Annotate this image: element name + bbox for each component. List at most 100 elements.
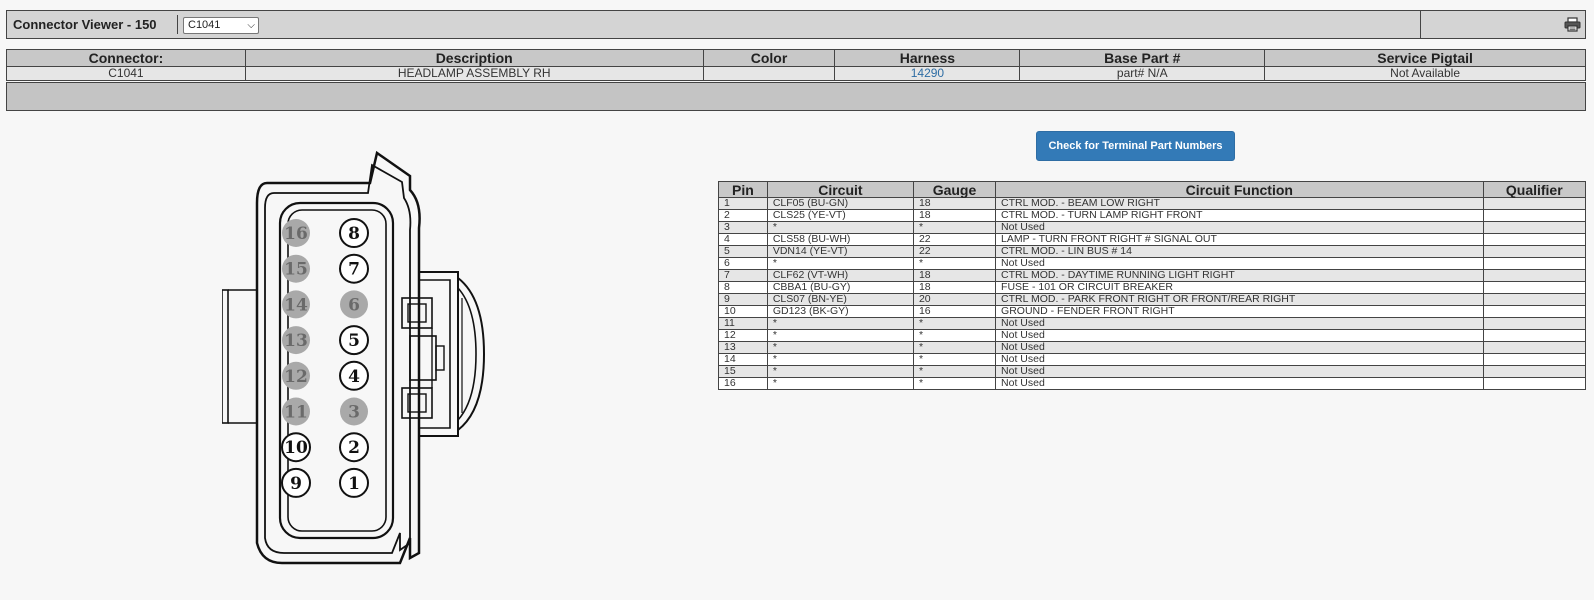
pin-cell-circuit: * xyxy=(766,377,914,390)
printer-icon[interactable] xyxy=(1564,17,1581,32)
pin-cell-pin: 5 xyxy=(718,245,768,258)
col-header-circuit-function: Circuit Function xyxy=(995,181,1484,198)
connector-value: C1041 xyxy=(6,66,246,81)
pin-cell-pin: 4 xyxy=(718,233,768,246)
pin-cell-function: CTRL MOD. - LIN BUS # 14 xyxy=(995,245,1484,258)
pin-cell-function: CTRL MOD. - TURN LAMP RIGHT FRONT xyxy=(995,209,1484,222)
table-row: 14 * * Not Used xyxy=(718,353,1587,366)
pin-cell-circuit: VDN14 (YE-VT) xyxy=(766,245,914,258)
pin-11-label: 11 xyxy=(284,403,308,423)
pin-13-label: 13 xyxy=(284,331,308,351)
connector-select[interactable]: C1041 ⌵ xyxy=(183,17,259,34)
harness-link[interactable]: 14290 xyxy=(911,66,944,80)
pin-9-label: 9 xyxy=(290,474,302,494)
pin-3-label: 3 xyxy=(348,403,360,423)
pin-cell-qualifier xyxy=(1482,377,1587,390)
pin-cell-function: Not Used xyxy=(995,221,1484,234)
table-row: 1 CLF05 (BU-GN) 18 CTRL MOD. - BEAM LOW RIG… xyxy=(718,197,1587,210)
pin-4-label: 4 xyxy=(348,367,360,387)
col-header-circuit: Circuit xyxy=(766,181,914,198)
info-spacer-band xyxy=(6,82,1586,111)
pin-cell-pin: 1 xyxy=(718,197,768,210)
page-title: Connector Viewer - 150 xyxy=(13,17,157,32)
pin-cell-circuit: CLS07 (BN-YE) xyxy=(766,293,914,306)
pin-cell-gauge: 18 xyxy=(912,269,997,282)
connector-face-diagram: 16 15 14 13 12 11 10 9 8 7 6 5 4 3 2 1 xyxy=(222,150,486,565)
table-row: 9 CLS07 (BN-YE) 20 CTRL MOD. - PARK FRONT R… xyxy=(718,293,1587,306)
pin-cell-circuit: * xyxy=(766,365,914,378)
pin-cell-qualifier xyxy=(1482,281,1587,294)
pin-cell-qualifier xyxy=(1482,197,1587,210)
pin-cell-function: Not Used xyxy=(995,257,1484,270)
base-part-value: part# N/A xyxy=(1019,66,1266,81)
table-row: 13 * * Not Used xyxy=(718,341,1587,354)
pin-cell-gauge: * xyxy=(912,257,997,270)
pin-table: Pin Circuit Gauge Circuit Function Quali… xyxy=(718,181,1587,390)
pin-cell-gauge: 18 xyxy=(912,209,997,222)
col-header-color: Color xyxy=(702,49,836,67)
col-header-pin: Pin xyxy=(718,181,768,198)
pin-cell-qualifier xyxy=(1482,365,1587,378)
connector-select-value: C1041 xyxy=(188,19,221,31)
pin-cell-pin: 13 xyxy=(718,341,768,354)
pin-cell-qualifier xyxy=(1482,245,1587,258)
pin-cell-function: Not Used xyxy=(995,365,1484,378)
info-value-row: C1041 HEADLAMP ASSEMBLY RH 14290 part# N… xyxy=(6,66,1586,81)
pin-cell-gauge: * xyxy=(912,341,997,354)
pin-cell-function: Not Used xyxy=(995,377,1484,390)
pin-cell-circuit: * xyxy=(766,257,914,270)
chevron-down-icon: ⌵ xyxy=(247,20,255,31)
pin-cell-qualifier xyxy=(1482,233,1587,246)
pin-cell-gauge: 22 xyxy=(912,245,997,258)
pin-cell-function: FUSE - 101 OR CIRCUIT BREAKER xyxy=(995,281,1484,294)
pin-cell-qualifier xyxy=(1482,209,1587,222)
pin-cell-circuit: CLF05 (BU-GN) xyxy=(766,197,914,210)
pin-cell-qualifier xyxy=(1482,329,1587,342)
pin-cell-qualifier xyxy=(1482,221,1587,234)
pin-cell-circuit: CLF62 (VT-WH) xyxy=(766,269,914,282)
pin-cell-gauge: * xyxy=(912,365,997,378)
col-header-service-pigtail: Service Pigtail xyxy=(1264,49,1586,67)
pin-cell-circuit: CLS58 (BU-WH) xyxy=(766,233,914,246)
pin-cell-qualifier xyxy=(1482,293,1587,306)
pin-8-label: 8 xyxy=(348,224,360,244)
pin-12-label: 12 xyxy=(284,367,308,387)
pin-cell-gauge: * xyxy=(912,317,997,330)
title-right-divider xyxy=(1420,11,1421,38)
table-row: 7 CLF62 (VT-WH) 18 CTRL MOD. - DAYTIME RUNN… xyxy=(718,269,1587,282)
pin-cell-qualifier xyxy=(1482,341,1587,354)
pin-cell-circuit: * xyxy=(766,329,914,342)
check-terminal-part-numbers-button[interactable]: Check for Terminal Part Numbers xyxy=(1036,131,1235,161)
pin-cell-gauge: 22 xyxy=(912,233,997,246)
pin-cell-pin: 11 xyxy=(718,317,768,330)
pin-cell-function: Not Used xyxy=(995,329,1484,342)
info-header-row: Connector: Description Color Harness Bas… xyxy=(6,49,1586,67)
pin-cell-circuit: * xyxy=(766,317,914,330)
pin-cell-pin: 16 xyxy=(718,377,768,390)
pin-cell-qualifier xyxy=(1482,269,1587,282)
pin-cell-pin: 14 xyxy=(718,353,768,366)
pin-header-row: Pin Circuit Gauge Circuit Function Quali… xyxy=(718,181,1587,198)
pin-cell-circuit: CLS25 (YE-VT) xyxy=(766,209,914,222)
pin-1-label: 1 xyxy=(348,474,360,494)
pin-cell-circuit: * xyxy=(766,353,914,366)
table-row: 2 CLS25 (YE-VT) 18 CTRL MOD. - TURN LAMP RI… xyxy=(718,209,1587,222)
pin-cell-pin: 3 xyxy=(718,221,768,234)
pin-10-label: 10 xyxy=(284,438,308,458)
pin-group: 16 15 14 13 12 11 10 9 8 7 6 5 4 3 2 1 xyxy=(281,218,369,498)
col-header-harness: Harness xyxy=(834,49,1021,67)
col-header-connector: Connector: xyxy=(6,49,246,67)
pin-cell-gauge: 16 xyxy=(912,305,997,318)
col-header-base-part: Base Part # xyxy=(1019,49,1266,67)
pin-2-label: 2 xyxy=(348,438,360,458)
pin-cell-gauge: * xyxy=(912,377,997,390)
connector-info-table: Connector: Description Color Harness Bas… xyxy=(6,49,1586,81)
pin-cell-function: Not Used xyxy=(995,341,1484,354)
pin-cell-pin: 10 xyxy=(718,305,768,318)
color-value xyxy=(702,66,836,81)
pin-cell-function: GROUND - FENDER FRONT RIGHT xyxy=(995,305,1484,318)
pin-15-label: 15 xyxy=(284,260,308,280)
pin-cell-pin: 6 xyxy=(718,257,768,270)
pin-cell-pin: 15 xyxy=(718,365,768,378)
connector-viewer-titlebar: Connector Viewer - 150 C1041 ⌵ xyxy=(6,10,1586,39)
